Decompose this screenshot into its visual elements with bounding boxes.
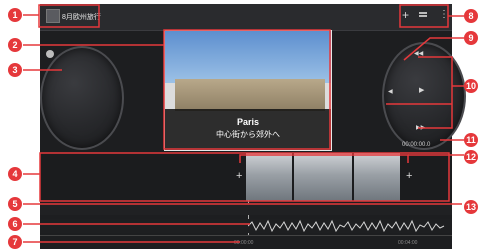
callout-badge: 4 [8,167,22,181]
callout-badge: 10 [464,79,478,93]
callout-badge: 6 [8,217,22,231]
callout-badge: 13 [464,200,478,214]
callout-badge: 2 [8,38,22,52]
callout-badge: 11 [464,133,478,147]
callout-badge: 8 [464,9,478,23]
callout-badge: 12 [464,150,478,164]
callout-badge: 3 [8,63,22,77]
callout-lines [23,4,464,243]
callout-badge: 7 [8,235,22,249]
callout-badge: 5 [8,197,22,211]
callout-badge: 9 [464,31,478,45]
callout-badge: 1 [8,8,22,22]
